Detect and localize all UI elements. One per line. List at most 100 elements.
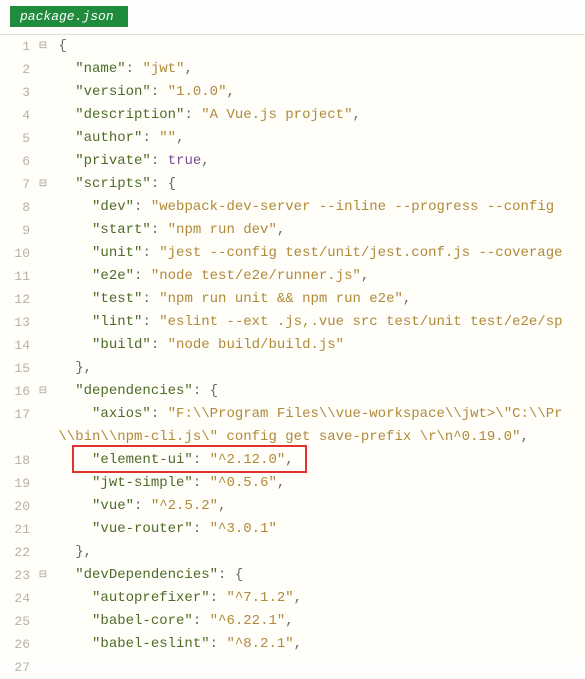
line-number: 18 (0, 449, 30, 472)
json-key: "babel-core" (92, 613, 193, 629)
line-number: 26 (0, 633, 30, 656)
fold-toggle-icon[interactable]: ⊟ (36, 564, 50, 587)
line-number: 2 (0, 58, 30, 81)
line-number: 15 (0, 357, 30, 380)
code-line: "autoprefixer": "^7.1.2", (50, 587, 585, 610)
json-key: "private" (75, 153, 151, 169)
line-number: 20 (0, 495, 30, 518)
json-key: "vue-router" (92, 521, 193, 537)
code-line: "private": true, (50, 150, 585, 173)
line-number (0, 426, 30, 449)
fold-toggle-icon[interactable]: ⊟ (36, 380, 50, 403)
json-value: "node test/e2e/runner.js" (151, 268, 361, 284)
code-line: "build": "node build/build.js" (50, 334, 585, 357)
code-line: "babel-eslint": "^8.2.1", (50, 633, 585, 656)
json-key: "e2e" (92, 268, 134, 284)
json-key: "version" (75, 84, 151, 100)
code-line: "devDependencies": { (50, 564, 585, 587)
line-number: 13 (0, 311, 30, 334)
line-number: 6 (0, 150, 30, 173)
json-value: "eslint --ext .js,.vue src test/unit tes… (159, 314, 562, 330)
line-number: 5 (0, 127, 30, 150)
code-line: "unit": "jest --config test/unit/jest.co… (50, 242, 585, 265)
code-line: "start": "npm run dev", (50, 219, 585, 242)
json-value: "1.0.0" (168, 84, 227, 100)
file-tab[interactable]: package.json (10, 6, 128, 27)
line-number: 3 (0, 81, 30, 104)
code-line: "element-ui": "^2.12.0", (50, 449, 585, 472)
line-number: 4 (0, 104, 30, 127)
code-line: "scripts": { (50, 173, 585, 196)
json-value: true (168, 153, 202, 169)
json-value: "^2.5.2" (151, 498, 218, 514)
json-key: "dependencies" (75, 383, 193, 399)
json-value: "^6.22.1" (210, 613, 286, 629)
code-line: "name": "jwt", (50, 58, 585, 81)
code-editor: 1 2 3 4 5 6 7 8 9 10 11 12 13 14 15 16 1… (0, 34, 585, 659)
code-line: "lint": "eslint --ext .js,.vue src test/… (50, 311, 585, 334)
code-content[interactable]: { "name": "jwt", "version": "1.0.0", "de… (50, 35, 585, 659)
line-number: 22 (0, 541, 30, 564)
line-number: 12 (0, 288, 30, 311)
json-value: "^3.0.1" (210, 521, 277, 537)
json-value: "F:\\Program Files\\vue-workspace\\jwt>\… (168, 406, 563, 422)
json-key: "element-ui" (92, 452, 193, 468)
json-key: "axios" (92, 406, 151, 422)
code-line: "vue": "^2.5.2", (50, 495, 585, 518)
json-key: "scripts" (75, 176, 151, 192)
fold-toggle-icon[interactable]: ⊟ (36, 35, 50, 58)
json-key: "description" (75, 107, 184, 123)
line-number: 17 (0, 403, 30, 426)
json-key: "author" (75, 130, 142, 146)
json-value: "^8.2.1" (226, 636, 293, 652)
json-value: "A Vue.js project" (201, 107, 352, 123)
json-value: "jwt" (142, 61, 184, 77)
json-key: "vue" (92, 498, 134, 514)
json-value: "node build/build.js" (168, 337, 344, 353)
line-number: 14 (0, 334, 30, 357)
code-line: \\bin\\npm-cli.js\" config get save-pref… (50, 426, 585, 449)
code-line: }, (50, 357, 585, 380)
code-line: "version": "1.0.0", (50, 81, 585, 104)
json-value: "^0.5.6" (210, 475, 277, 491)
code-line: { (50, 35, 585, 58)
line-number: 8 (0, 196, 30, 219)
code-line: "babel-core": "^6.22.1", (50, 610, 585, 633)
json-key: "babel-eslint" (92, 636, 210, 652)
json-key: "dev" (92, 199, 134, 215)
line-number: 10 (0, 242, 30, 265)
code-line: "description": "A Vue.js project", (50, 104, 585, 127)
line-number: 25 (0, 610, 30, 633)
json-key: "jwt-simple" (92, 475, 193, 491)
file-tab-label: package.json (20, 9, 114, 24)
fold-toggle-icon[interactable]: ⊟ (36, 173, 50, 196)
line-number: 1 (0, 35, 30, 58)
json-value: "jest --config test/unit/jest.conf.js --… (159, 245, 562, 261)
line-number: 16 (0, 380, 30, 403)
json-key: "unit" (92, 245, 142, 261)
fold-gutter: ⊟ ⊟ ⊟ ⊟ (36, 35, 50, 659)
code-line: }, (50, 541, 585, 564)
brace-close: }, (75, 544, 92, 560)
json-value: "" (159, 130, 176, 146)
line-number: 21 (0, 518, 30, 541)
json-value: "^7.1.2" (226, 590, 293, 606)
code-line: "axios": "F:\\Program Files\\vue-workspa… (50, 403, 585, 426)
line-number: 9 (0, 219, 30, 242)
json-value: "npm run dev" (168, 222, 277, 238)
code-line: "dev": "webpack-dev-server --inline --pr… (50, 196, 585, 219)
code-line: "test": "npm run unit && npm run e2e", (50, 288, 585, 311)
line-number: 19 (0, 472, 30, 495)
json-value-continuation: \\bin\\npm-cli.js\" config get save-pref… (58, 429, 520, 445)
line-number: 27 (0, 656, 30, 679)
json-value: "^2.12.0" (210, 452, 286, 468)
json-key: "name" (75, 61, 125, 77)
code-line: "dependencies": { (50, 380, 585, 403)
code-line: "e2e": "node test/e2e/runner.js", (50, 265, 585, 288)
line-number: 7 (0, 173, 30, 196)
line-number: 23 (0, 564, 30, 587)
json-key: "build" (92, 337, 151, 353)
json-value: "npm run unit && npm run e2e" (159, 291, 403, 307)
brace-open: { (58, 38, 66, 54)
json-key: "autoprefixer" (92, 590, 210, 606)
